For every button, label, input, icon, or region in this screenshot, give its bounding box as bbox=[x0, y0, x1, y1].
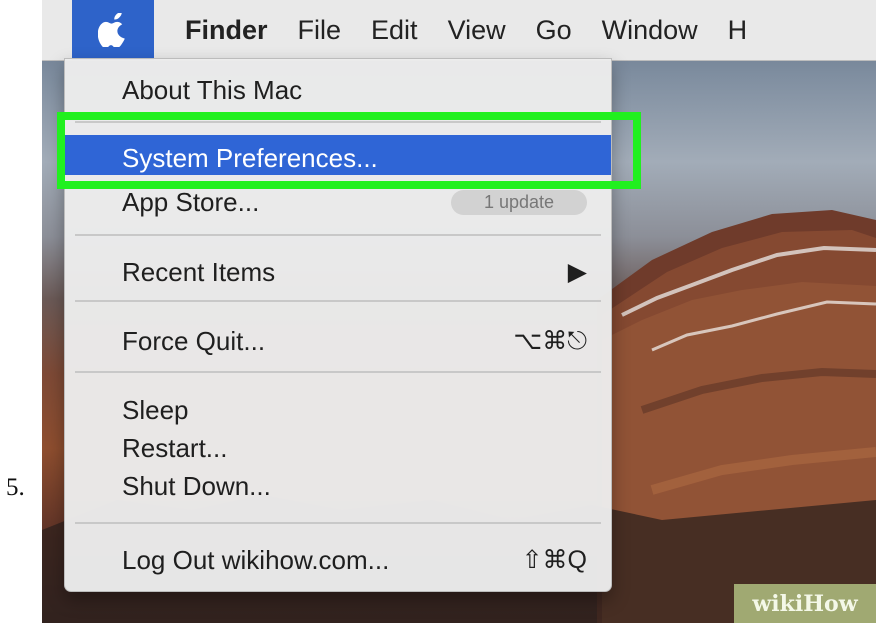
submenu-arrow-icon: ▶ bbox=[567, 258, 587, 286]
recent-items-item[interactable]: Recent Items ▶ bbox=[65, 249, 611, 292]
apple-logo-icon bbox=[97, 13, 125, 47]
step-number: 5. bbox=[6, 474, 25, 501]
menu-bar: Finder File Edit View Go Window H bbox=[42, 0, 876, 61]
menu-separator bbox=[75, 371, 601, 373]
view-menu[interactable]: View bbox=[448, 0, 506, 60]
log-out-item[interactable]: Log Out wikihow.com... ⇧⌘Q bbox=[65, 537, 611, 580]
menu-separator bbox=[75, 234, 601, 236]
shut-down-item[interactable]: Shut Down... bbox=[65, 463, 611, 506]
green-highlight-box bbox=[57, 112, 641, 189]
edit-menu[interactable]: Edit bbox=[371, 0, 418, 60]
apple-menu-button[interactable] bbox=[72, 0, 154, 60]
sleep-item[interactable]: Sleep bbox=[65, 387, 611, 430]
window-menu[interactable]: Window bbox=[602, 0, 698, 60]
help-menu[interactable]: H bbox=[728, 0, 748, 60]
finder-menu[interactable]: Finder bbox=[185, 0, 268, 60]
keyboard-shortcut: ⇧⌘Q bbox=[521, 546, 587, 574]
file-menu[interactable]: File bbox=[298, 0, 342, 60]
force-quit-item[interactable]: Force Quit... ⌥⌘⎋ bbox=[65, 318, 611, 361]
menu-separator bbox=[75, 522, 601, 524]
keyboard-shortcut: ⌥⌘⎋ bbox=[513, 327, 587, 355]
go-menu[interactable]: Go bbox=[536, 0, 572, 60]
about-this-mac-item[interactable]: About This Mac bbox=[65, 67, 611, 110]
wikihow-watermark: wikiHow bbox=[734, 584, 876, 623]
mac-desktop-screenshot: Finder File Edit View Go Window H About … bbox=[42, 0, 876, 623]
update-badge: 1 update bbox=[451, 190, 587, 215]
restart-item[interactable]: Restart... bbox=[65, 425, 611, 468]
menu-separator bbox=[75, 300, 601, 302]
